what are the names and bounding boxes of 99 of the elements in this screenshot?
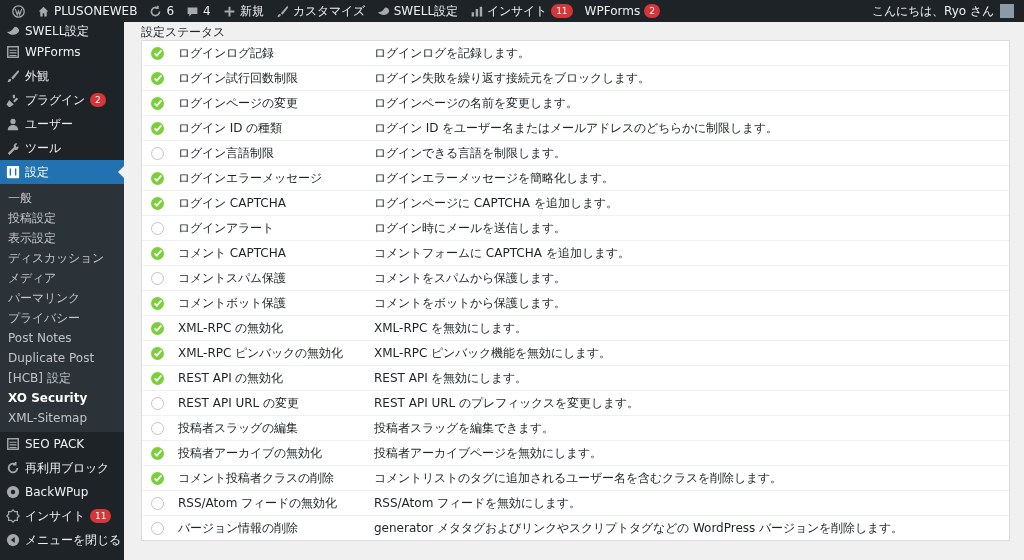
feature-description: XML-RPC ピンバック機能を無効にします。 [374, 344, 612, 362]
sidebar-item[interactable]: SWELL設定 [0, 22, 124, 40]
feature-name: REST API の無効化 [178, 369, 285, 387]
feature-description: 投稿者スラッグを編集できます。 [374, 419, 554, 437]
submenu-item[interactable]: ディスカッション [0, 248, 124, 268]
plug-icon [6, 93, 20, 107]
sidebar-item[interactable]: SEO PACK [0, 432, 124, 456]
submenu-item[interactable]: Duplicate Post [0, 348, 124, 368]
submenu-item[interactable]: 投稿設定 [0, 208, 124, 228]
toolbar-item[interactable]: 4 [180, 0, 217, 22]
toolbar-item[interactable]: インサイト 11 [464, 0, 579, 22]
feature-name: ログイン言語制限 [178, 144, 275, 162]
feature-description: ログインページに CAPTCHA を追加します。 [374, 194, 618, 212]
form-icon [6, 45, 20, 59]
avatar-thumbnail[interactable] [1000, 4, 1014, 18]
comment-icon [186, 4, 200, 18]
feature-description: XML-RPC を無効にします。 [374, 319, 528, 337]
feature-description: ログイン ID をユーザー名またはメールアドレスのどちらかに制限します。 [374, 119, 779, 137]
feature-name: RSS/Atom フィードの無効化 [178, 494, 339, 512]
feature-name: ログインページの変更 [178, 94, 299, 112]
feature-description: ログイン時にメールを送信します。 [374, 219, 566, 237]
feature-name: XML-RPC の無効化 [178, 319, 285, 337]
feature-name: ログイン試行回数制限 [178, 69, 299, 87]
count-badge: 2 [90, 93, 106, 107]
count-badge: 11 [551, 4, 573, 18]
user-icon [6, 117, 20, 131]
submenu-item[interactable]: メディア [0, 268, 124, 288]
sidebar-item[interactable]: BackWPup [0, 480, 124, 504]
home-icon [37, 4, 50, 18]
toolbar-item[interactable]: カスタマイズ [269, 0, 371, 22]
submenu-item[interactable]: [HCB] 設定 [0, 368, 124, 388]
count-badge: 11 [90, 509, 112, 523]
sidebar-item[interactable]: ユーザー [0, 112, 124, 136]
toolbar-item[interactable]: PLUSONEWEB [31, 0, 144, 22]
disc-icon [6, 485, 20, 499]
feature-name: バージョン情報の削除 [178, 519, 299, 537]
feature-name: コメントボット保護 [178, 294, 287, 312]
toolbar-item[interactable]: WPForms 2 [578, 0, 666, 22]
wp-logo-icon [12, 4, 25, 18]
feature-description: REST API URL のプレフィックスを変更します。 [374, 394, 640, 412]
feature-name: コメント投稿者クラスの削除 [178, 469, 335, 487]
feature-name: ログインログ記録 [178, 44, 275, 62]
sidebar-item[interactable]: 設定 [0, 160, 124, 184]
feature-description: ログイン失敗を繰り返す接続元をブロックします。 [374, 69, 650, 87]
toolbar-item[interactable]: 新規 [216, 0, 270, 22]
feature-description: ログインログを記録します。 [374, 44, 530, 62]
menu-pointer-icon [118, 166, 124, 178]
toolbar-item[interactable]: 6 [143, 0, 181, 22]
feature-description: コメントをボットから保護します。 [374, 294, 566, 312]
submenu-item[interactable]: 表示設定 [0, 228, 124, 248]
sidebar-item[interactable]: プラグイン 2 [0, 88, 124, 112]
feature-name: XML-RPC ピンバックの無効化 [178, 344, 345, 362]
brush-icon [6, 69, 20, 83]
feature-name: REST API URL の変更 [178, 394, 301, 412]
feature-description: ログインページの名前を変更します。 [374, 94, 578, 112]
feature-name: ログイン ID の種類 [178, 119, 284, 137]
feature-description: コメントフォームに CAPTCHA を追加します。 [374, 244, 630, 262]
collapse-icon [6, 533, 20, 547]
wave-icon [6, 24, 20, 38]
plus-icon [222, 4, 236, 18]
feature-description: ログインエラーメッセージを簡略化します。 [374, 169, 614, 187]
refresh-icon [149, 4, 163, 18]
submenu-item[interactable]: パーマリンク [0, 288, 124, 308]
feature-name: 投稿者スラッグの編集 [178, 419, 299, 437]
sidebar-item[interactable]: メニューを閉じる [0, 528, 124, 552]
feature-description: コメントをスパムから保護します。 [374, 269, 566, 287]
sidebar-item[interactable]: 外観 [0, 64, 124, 88]
sidebar-item[interactable]: ツール [0, 136, 124, 160]
feature-description: RSS/Atom フィードを無効にします。 [374, 494, 582, 512]
submenu-item[interactable]: XML-Sitemap [0, 408, 124, 428]
toolbar-item[interactable]: SWELL設定 [370, 0, 465, 22]
feature-description: generator メタタグおよびリンクやスクリプトタグなどの WordPress バージョンを削除します。 [374, 519, 904, 537]
sidebar-item[interactable]: 再利用ブロック [0, 456, 124, 480]
gear-icon [6, 509, 20, 523]
brush-icon [275, 4, 289, 18]
feature-name: ログインアラート [178, 219, 275, 237]
section-heading: 設定ステータス [141, 24, 226, 40]
refresh-icon [6, 461, 20, 475]
feature-name: コメント CAPTCHA [178, 244, 287, 262]
feature-description: ログインできる言語を制限します。 [374, 144, 566, 162]
submenu-item[interactable]: Post Notes [0, 328, 124, 348]
feature-name: コメントスパム保護 [178, 269, 287, 287]
count-badge: 2 [644, 4, 660, 18]
submenu-item[interactable]: XO Security [0, 388, 124, 408]
list-icon [6, 437, 20, 451]
feature-name: 投稿者アーカイブの無効化 [178, 444, 323, 462]
wrench-icon [6, 141, 20, 155]
feature-name: ログインエラーメッセージ [178, 169, 323, 187]
submenu-item[interactable]: プライバシー [0, 308, 124, 328]
feature-name: ログイン CAPTCHA [178, 194, 287, 212]
feature-description: REST API を無効にします。 [374, 369, 528, 387]
user-greeting[interactable]: こんにちは、Ryo さん [866, 0, 1000, 22]
sidebar-item[interactable]: WPForms [0, 40, 124, 64]
feature-description: コメントリストのタグに追加されるユーザー名を含むクラスを削除します。 [374, 469, 782, 487]
submenu-item[interactable]: 一般 [0, 188, 124, 208]
feature-description: 投稿者アーカイブページを無効にします。 [374, 444, 602, 462]
sidebar-item[interactable]: インサイト 11 [0, 504, 124, 528]
bar-chart-icon [470, 4, 484, 18]
settings-icon [6, 165, 20, 179]
